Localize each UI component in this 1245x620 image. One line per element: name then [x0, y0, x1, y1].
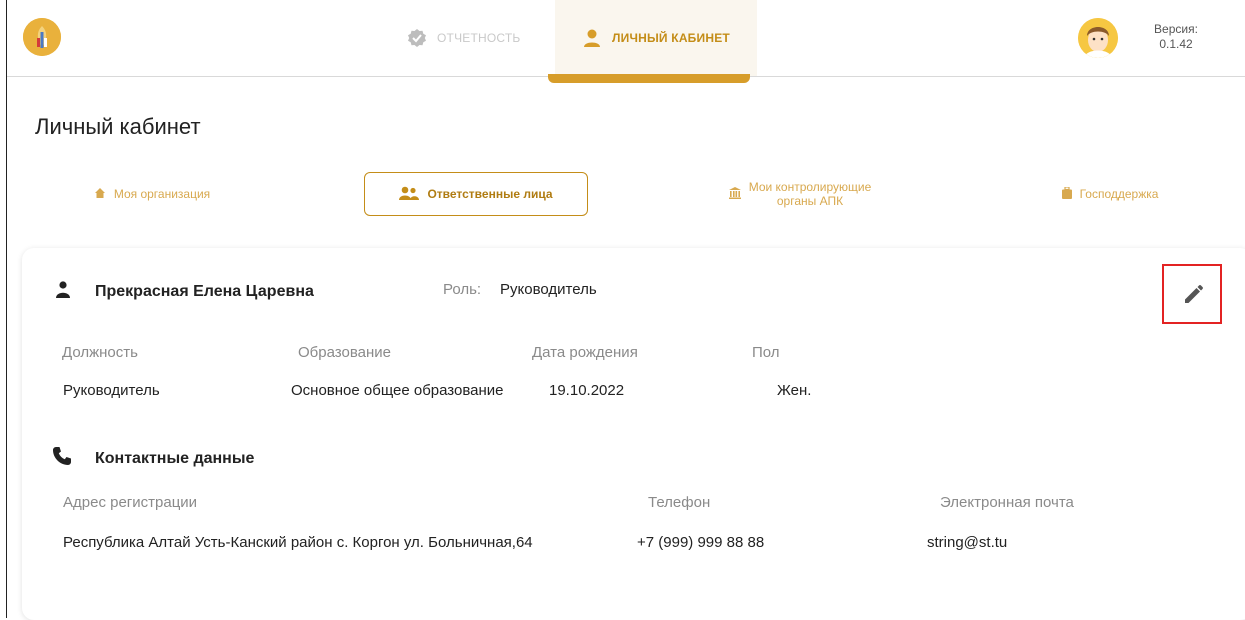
contact-label-phone: Телефон [648, 494, 711, 511]
nav-tab-cabinet[interactable]: ЛИЧНЫЙ КАБИНЕТ [555, 0, 757, 76]
subtab-responsible-persons[interactable]: Ответственные лица [364, 172, 588, 216]
avatar-icon[interactable] [1078, 18, 1118, 58]
person-name: Прекрасная Елена Царевна [95, 283, 314, 300]
phone-icon [52, 446, 72, 471]
contact-value-phone: +7 (999) 999 88 88 [637, 534, 765, 551]
logo-icon[interactable] [23, 18, 61, 56]
version-info: Версия: 0.1.42 [1145, 22, 1207, 52]
field-label-education: Образование [298, 344, 391, 361]
subtab-state-support-label: Господдержка [1079, 187, 1159, 201]
subtab-my-organization-label: Моя организация [113, 187, 211, 201]
verified-icon [407, 28, 427, 48]
nav-tab-reports-label: ОТЧЕТНОСТЬ [437, 31, 521, 45]
contact-value-address: Республика Алтай Усть-Канский район с. К… [63, 534, 533, 551]
users-icon [399, 186, 420, 203]
page-title: Личный кабинет [35, 114, 201, 139]
contact-label-address: Адрес регистрации [63, 494, 198, 511]
top-header: ОТЧЕТНОСТЬ ЛИЧНЫЙ КАБИНЕТ Версия: 0.1.42 [7, 0, 1245, 77]
edit-button[interactable] [1180, 282, 1206, 308]
field-label-gender: Пол [752, 344, 780, 361]
field-label-position: Должность [62, 344, 138, 361]
pencil-icon [1180, 285, 1206, 312]
bank-icon [728, 186, 741, 202]
field-label-birth-date: Дата рождения [532, 344, 638, 361]
field-value-gender: Жен. [777, 382, 812, 399]
subtab-control-bodies[interactable]: Мои контролирующие органы АПК [700, 172, 900, 216]
nav-tab-reports[interactable]: ОТЧЕТНОСТЬ [407, 0, 539, 76]
subtab-control-bodies-label: Мои контролирующие органы АПК [749, 180, 872, 208]
role-value: Руководитель [500, 281, 597, 298]
subtab-control-bodies-line2: органы АПК [776, 194, 844, 208]
contacts-title: Контактные данные [95, 450, 255, 467]
contact-label-email: Электронная почта [940, 494, 1074, 511]
user-icon [582, 28, 602, 48]
subtab-responsible-persons-label: Ответственные лица [427, 187, 553, 201]
subtab-state-support[interactable]: Господдержка [1030, 172, 1190, 216]
version-label: Версия: [1154, 22, 1198, 36]
subtab-control-bodies-line1: Мои контролирующие [748, 180, 872, 194]
home-icon [94, 187, 106, 202]
subtab-my-organization[interactable]: Моя организация [62, 172, 242, 216]
role-label: Роль: [443, 281, 482, 298]
field-value-position: Руководитель [63, 382, 160, 399]
person-icon [56, 281, 70, 304]
contact-value-email: string@st.tu [927, 534, 1008, 551]
responsible-person-card [22, 248, 1245, 620]
field-value-education: Основное общее образование [291, 382, 504, 399]
field-value-birth-date: 19.10.2022 [549, 382, 625, 399]
nav-active-indicator [548, 74, 750, 83]
version-value: 0.1.42 [1159, 37, 1193, 51]
nav-tab-cabinet-label: ЛИЧНЫЙ КАБИНЕТ [612, 31, 730, 45]
briefcase-icon [1061, 185, 1072, 202]
